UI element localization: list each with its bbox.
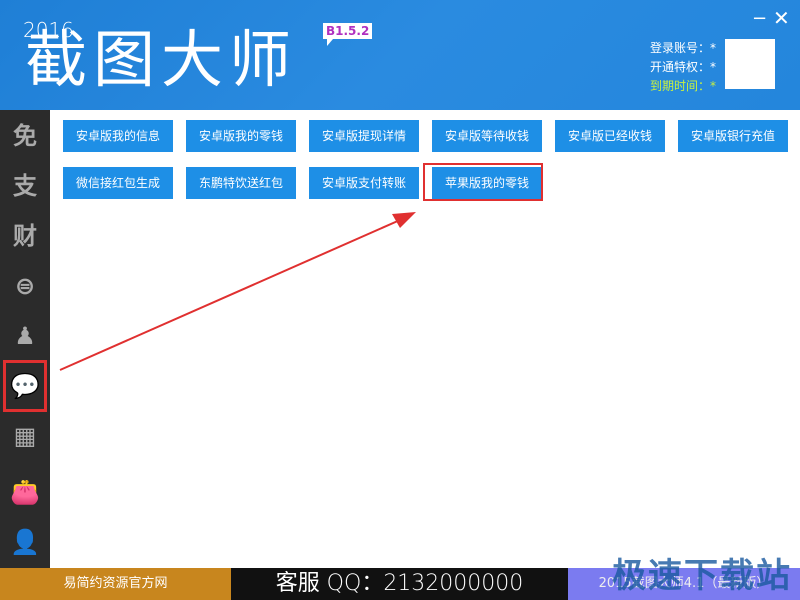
watermark: 极速下载站 bbox=[612, 556, 792, 596]
annotation-arrow bbox=[59, 212, 416, 371]
support-qq: 客服 QQ：2132000000 bbox=[231, 568, 568, 600]
official-site-link[interactable]: 易简约资源官方网 bbox=[0, 568, 231, 600]
